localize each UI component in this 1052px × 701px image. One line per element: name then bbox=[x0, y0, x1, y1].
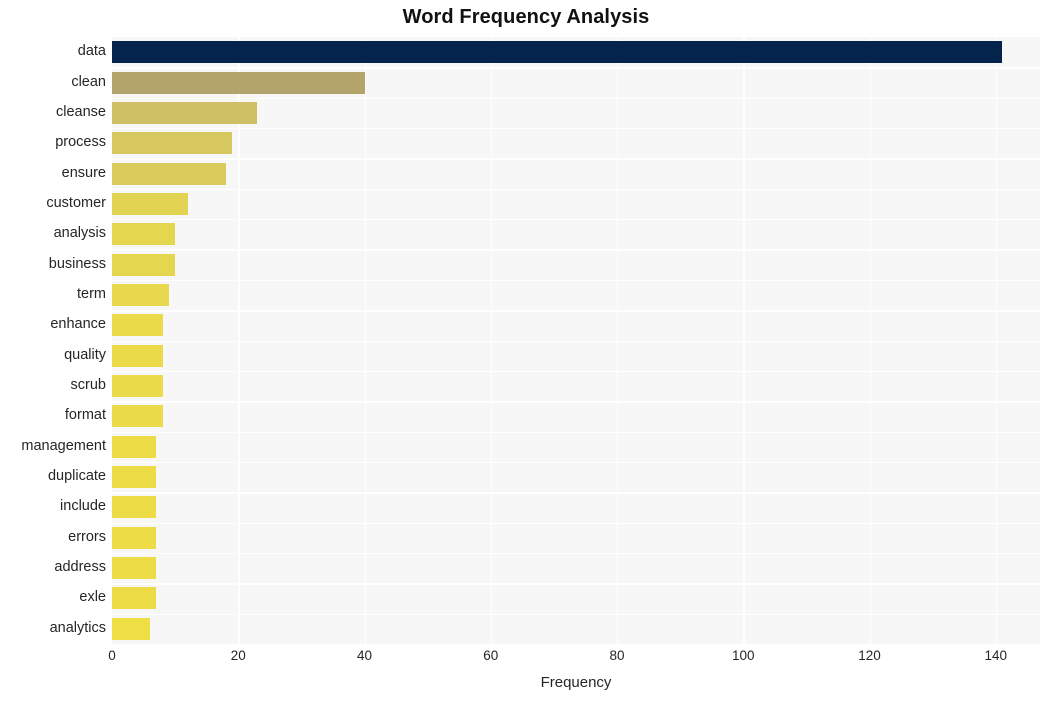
bar bbox=[112, 375, 163, 398]
x-axis-tick-label: 40 bbox=[357, 648, 373, 663]
y-axis-tick-label: data bbox=[77, 43, 106, 60]
chart-figure: Word Frequency Analysis data clean cleanse… bbox=[0, 0, 1052, 701]
y-axis-tick-label: cleanse bbox=[56, 103, 106, 120]
bar bbox=[112, 101, 258, 124]
y-axis-tick-label: address bbox=[54, 559, 106, 576]
x-axis-tick-label: 80 bbox=[609, 648, 625, 663]
x-axis-tick-label: 140 bbox=[984, 648, 1008, 663]
bar bbox=[112, 314, 163, 337]
gridline-horizontal bbox=[112, 67, 1040, 69]
y-axis-tick-label: customer bbox=[46, 194, 106, 211]
gridline-horizontal bbox=[112, 249, 1040, 251]
bar bbox=[112, 405, 163, 428]
gridline-horizontal bbox=[112, 461, 1040, 464]
bar bbox=[112, 526, 157, 549]
page-title: Word Frequency Analysis bbox=[402, 6, 650, 28]
y-axis-tick-label: format bbox=[64, 407, 106, 424]
bar bbox=[112, 466, 157, 489]
bar bbox=[112, 223, 176, 246]
bar bbox=[112, 41, 1003, 64]
y-axis-tick-label: scrub bbox=[70, 377, 106, 394]
plot-area bbox=[112, 37, 1040, 644]
gridline-horizontal bbox=[112, 552, 1040, 555]
y-axis-tick-label: analytics bbox=[49, 619, 106, 636]
bar bbox=[112, 617, 150, 640]
bar bbox=[112, 162, 226, 185]
x-axis-tick-label: 120 bbox=[858, 648, 881, 663]
y-axis-tick-label: enhance bbox=[50, 316, 106, 333]
y-axis-tick-label: include bbox=[60, 498, 106, 515]
y-axis-tick-label: duplicate bbox=[47, 468, 106, 485]
y-axis-tick-label: business bbox=[48, 255, 106, 272]
gridline-horizontal bbox=[112, 219, 1040, 221]
gridline-horizontal bbox=[112, 613, 1040, 616]
x-axis-tick-label: 0 bbox=[108, 648, 116, 663]
y-axis-tick-label: errors bbox=[68, 528, 106, 545]
x-axis-tick-labels: 0 20 40 60 80 100 120 140 bbox=[108, 648, 1040, 670]
gridline-horizontal bbox=[112, 522, 1040, 524]
gridline-horizontal bbox=[112, 401, 1040, 403]
gridline-horizontal bbox=[112, 97, 1040, 100]
gridline-horizontal bbox=[112, 492, 1040, 494]
gridline-horizontal bbox=[112, 583, 1040, 585]
bar bbox=[112, 557, 157, 580]
gridline-horizontal bbox=[112, 188, 1040, 191]
x-axis-tick-label: 20 bbox=[230, 648, 246, 663]
y-axis-tick-label: ensure bbox=[61, 164, 106, 181]
y-axis-tick-label: management bbox=[21, 437, 106, 454]
gridline-horizontal bbox=[112, 279, 1040, 282]
y-axis-tick-label: clean bbox=[71, 73, 106, 90]
bar bbox=[112, 253, 176, 276]
bar bbox=[112, 132, 232, 155]
y-axis-tick-label: term bbox=[77, 285, 106, 302]
gridline-horizontal bbox=[112, 128, 1040, 130]
y-axis-tick-labels: data clean cleanse process ensure customer ana… bbox=[0, 37, 106, 644]
gridline-horizontal bbox=[112, 370, 1040, 373]
bar bbox=[112, 496, 157, 519]
x-axis-tick-label: 100 bbox=[732, 648, 755, 663]
y-axis-tick-label: exle bbox=[79, 589, 106, 606]
gridline-horizontal bbox=[112, 340, 1040, 342]
bar bbox=[112, 587, 157, 610]
x-axis-title: Frequency bbox=[540, 674, 612, 691]
y-axis-tick-label: process bbox=[55, 134, 106, 151]
gridline-horizontal bbox=[112, 310, 1040, 312]
bar bbox=[112, 344, 163, 367]
x-axis-tick-label: 60 bbox=[483, 648, 499, 663]
gridline-horizontal bbox=[112, 431, 1040, 433]
bar bbox=[112, 435, 157, 458]
y-axis-tick-label: analysis bbox=[53, 225, 106, 242]
gridline-horizontal bbox=[112, 158, 1040, 160]
bar bbox=[112, 71, 365, 94]
bar bbox=[112, 283, 169, 306]
y-axis-tick-label: quality bbox=[64, 346, 106, 363]
bar bbox=[112, 192, 188, 215]
